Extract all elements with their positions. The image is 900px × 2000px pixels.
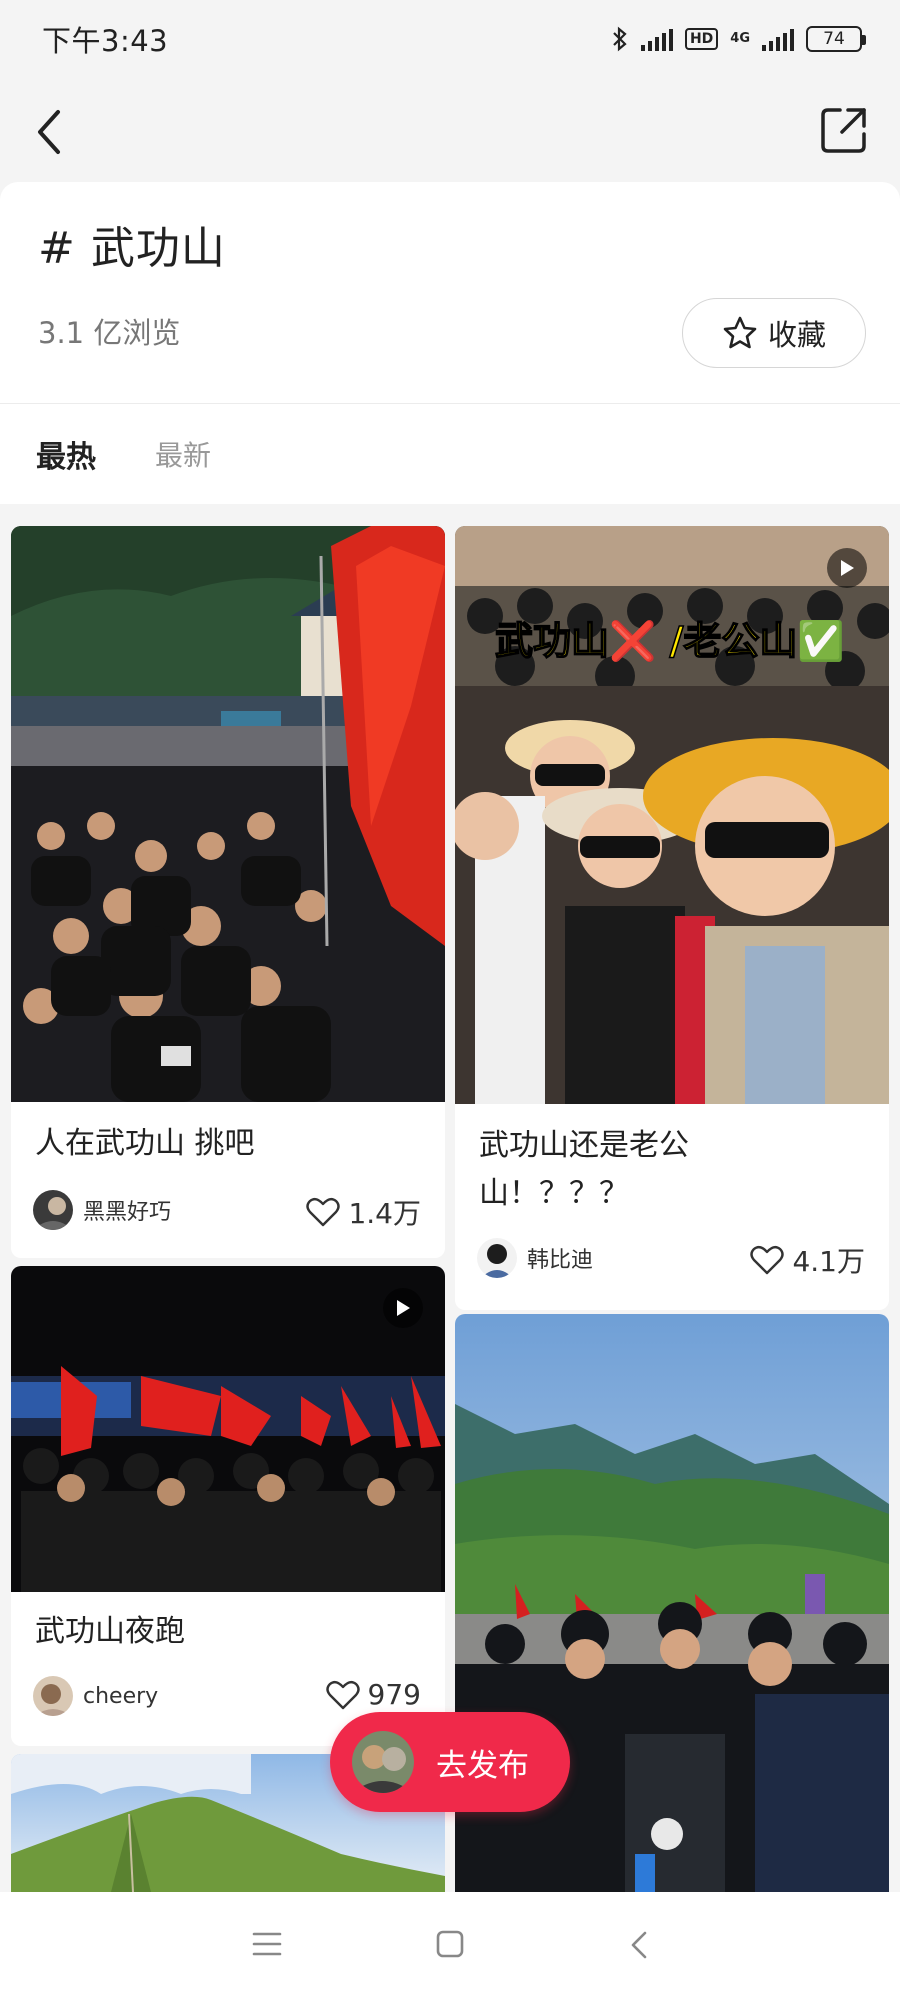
post-overlay-text: 武功山❌ /老公山✅ bbox=[495, 619, 845, 664]
avatar bbox=[33, 1676, 73, 1716]
post-author[interactable]: 韩比迪 bbox=[477, 1238, 593, 1278]
like-count[interactable]: 1.4万 bbox=[306, 1192, 421, 1232]
like-count[interactable]: 4.1万 bbox=[750, 1240, 865, 1280]
tab-new[interactable]: 最新 bbox=[155, 434, 211, 474]
heart-icon bbox=[306, 1197, 341, 1227]
network-type: 4G bbox=[730, 31, 750, 46]
post-author[interactable]: 黑黑好巧 bbox=[33, 1190, 171, 1230]
tab-hot[interactable]: 最热 bbox=[36, 432, 96, 476]
battery-icon: 74 bbox=[806, 26, 866, 52]
chevron-left-icon bbox=[38, 110, 60, 154]
post-image bbox=[11, 1266, 445, 1592]
top-nav bbox=[0, 78, 900, 182]
publish-button[interactable]: 去发布 bbox=[330, 1712, 570, 1812]
square-icon bbox=[436, 1930, 464, 1958]
star-icon bbox=[723, 316, 757, 349]
like-count-value: 4.1万 bbox=[792, 1245, 865, 1278]
menu-button[interactable] bbox=[252, 1930, 282, 1962]
share-button[interactable] bbox=[818, 104, 870, 156]
post-image bbox=[11, 526, 445, 1102]
post-title: 人在武功山 挑吧 bbox=[35, 1126, 255, 1161]
favorite-label: 收藏 bbox=[767, 318, 826, 352]
topic-header: # 武功山 3.1 亿浏览 收藏 bbox=[0, 182, 900, 404]
view-count: 3.1 亿浏览 bbox=[38, 316, 181, 350]
post-card[interactable]: 武功山夜跑 cheery 979 bbox=[11, 1266, 445, 1746]
post-title: 武功山还是老公山！？？？ bbox=[479, 1128, 689, 1211]
sort-tabs: 最热 最新 bbox=[0, 404, 900, 504]
status-icons: HD 4G 74 bbox=[611, 26, 866, 52]
chevron-left-icon bbox=[631, 1931, 647, 1959]
system-nav-bar bbox=[0, 1892, 900, 2000]
bluetooth-icon bbox=[613, 26, 627, 52]
avatar bbox=[352, 1731, 414, 1793]
avatar bbox=[477, 1238, 517, 1278]
heart-icon bbox=[325, 1680, 360, 1709]
signal-icon bbox=[640, 27, 673, 51]
like-count[interactable]: 979 bbox=[325, 1678, 421, 1711]
post-card[interactable]: 人在武功山 挑吧 黑黑好巧 1.4万 bbox=[11, 526, 445, 1258]
author-name: 韩比迪 bbox=[527, 1248, 594, 1273]
topic-title: # 武功山 bbox=[38, 223, 226, 274]
battery-level: 74 bbox=[823, 29, 845, 49]
home-button[interactable] bbox=[436, 1930, 464, 1962]
share-external-icon bbox=[821, 108, 866, 153]
back-button[interactable] bbox=[28, 104, 76, 160]
post-image: 武功山❌ /老公山✅ bbox=[455, 526, 889, 1104]
avatar bbox=[33, 1190, 73, 1230]
author-name: cheery bbox=[83, 1683, 159, 1709]
post-author[interactable]: cheery bbox=[33, 1676, 158, 1716]
menu-icon bbox=[252, 1932, 282, 1956]
like-count-value: 1.4万 bbox=[348, 1197, 421, 1230]
publish-label: 去发布 bbox=[436, 1747, 529, 1784]
hd-badge: HD bbox=[684, 28, 719, 50]
heart-icon bbox=[750, 1245, 785, 1275]
signal-icon-2 bbox=[762, 27, 794, 51]
author-name: 黑黑好巧 bbox=[83, 1200, 172, 1225]
status-time: 下午3:43 bbox=[42, 24, 169, 58]
system-back-button[interactable] bbox=[628, 1930, 650, 1964]
post-card[interactable]: 武功山❌ /老公山✅ 武功山还是老公山！？？？ 韩比迪 4.1万 bbox=[455, 526, 889, 1310]
post-title: 武功山夜跑 bbox=[35, 1614, 185, 1649]
play-icon bbox=[383, 1288, 423, 1328]
play-icon bbox=[827, 548, 867, 588]
like-count-value: 979 bbox=[367, 1678, 421, 1711]
favorite-button[interactable]: 收藏 bbox=[682, 298, 866, 368]
status-bar: 下午3:43 HD 4G 74 bbox=[0, 0, 900, 78]
